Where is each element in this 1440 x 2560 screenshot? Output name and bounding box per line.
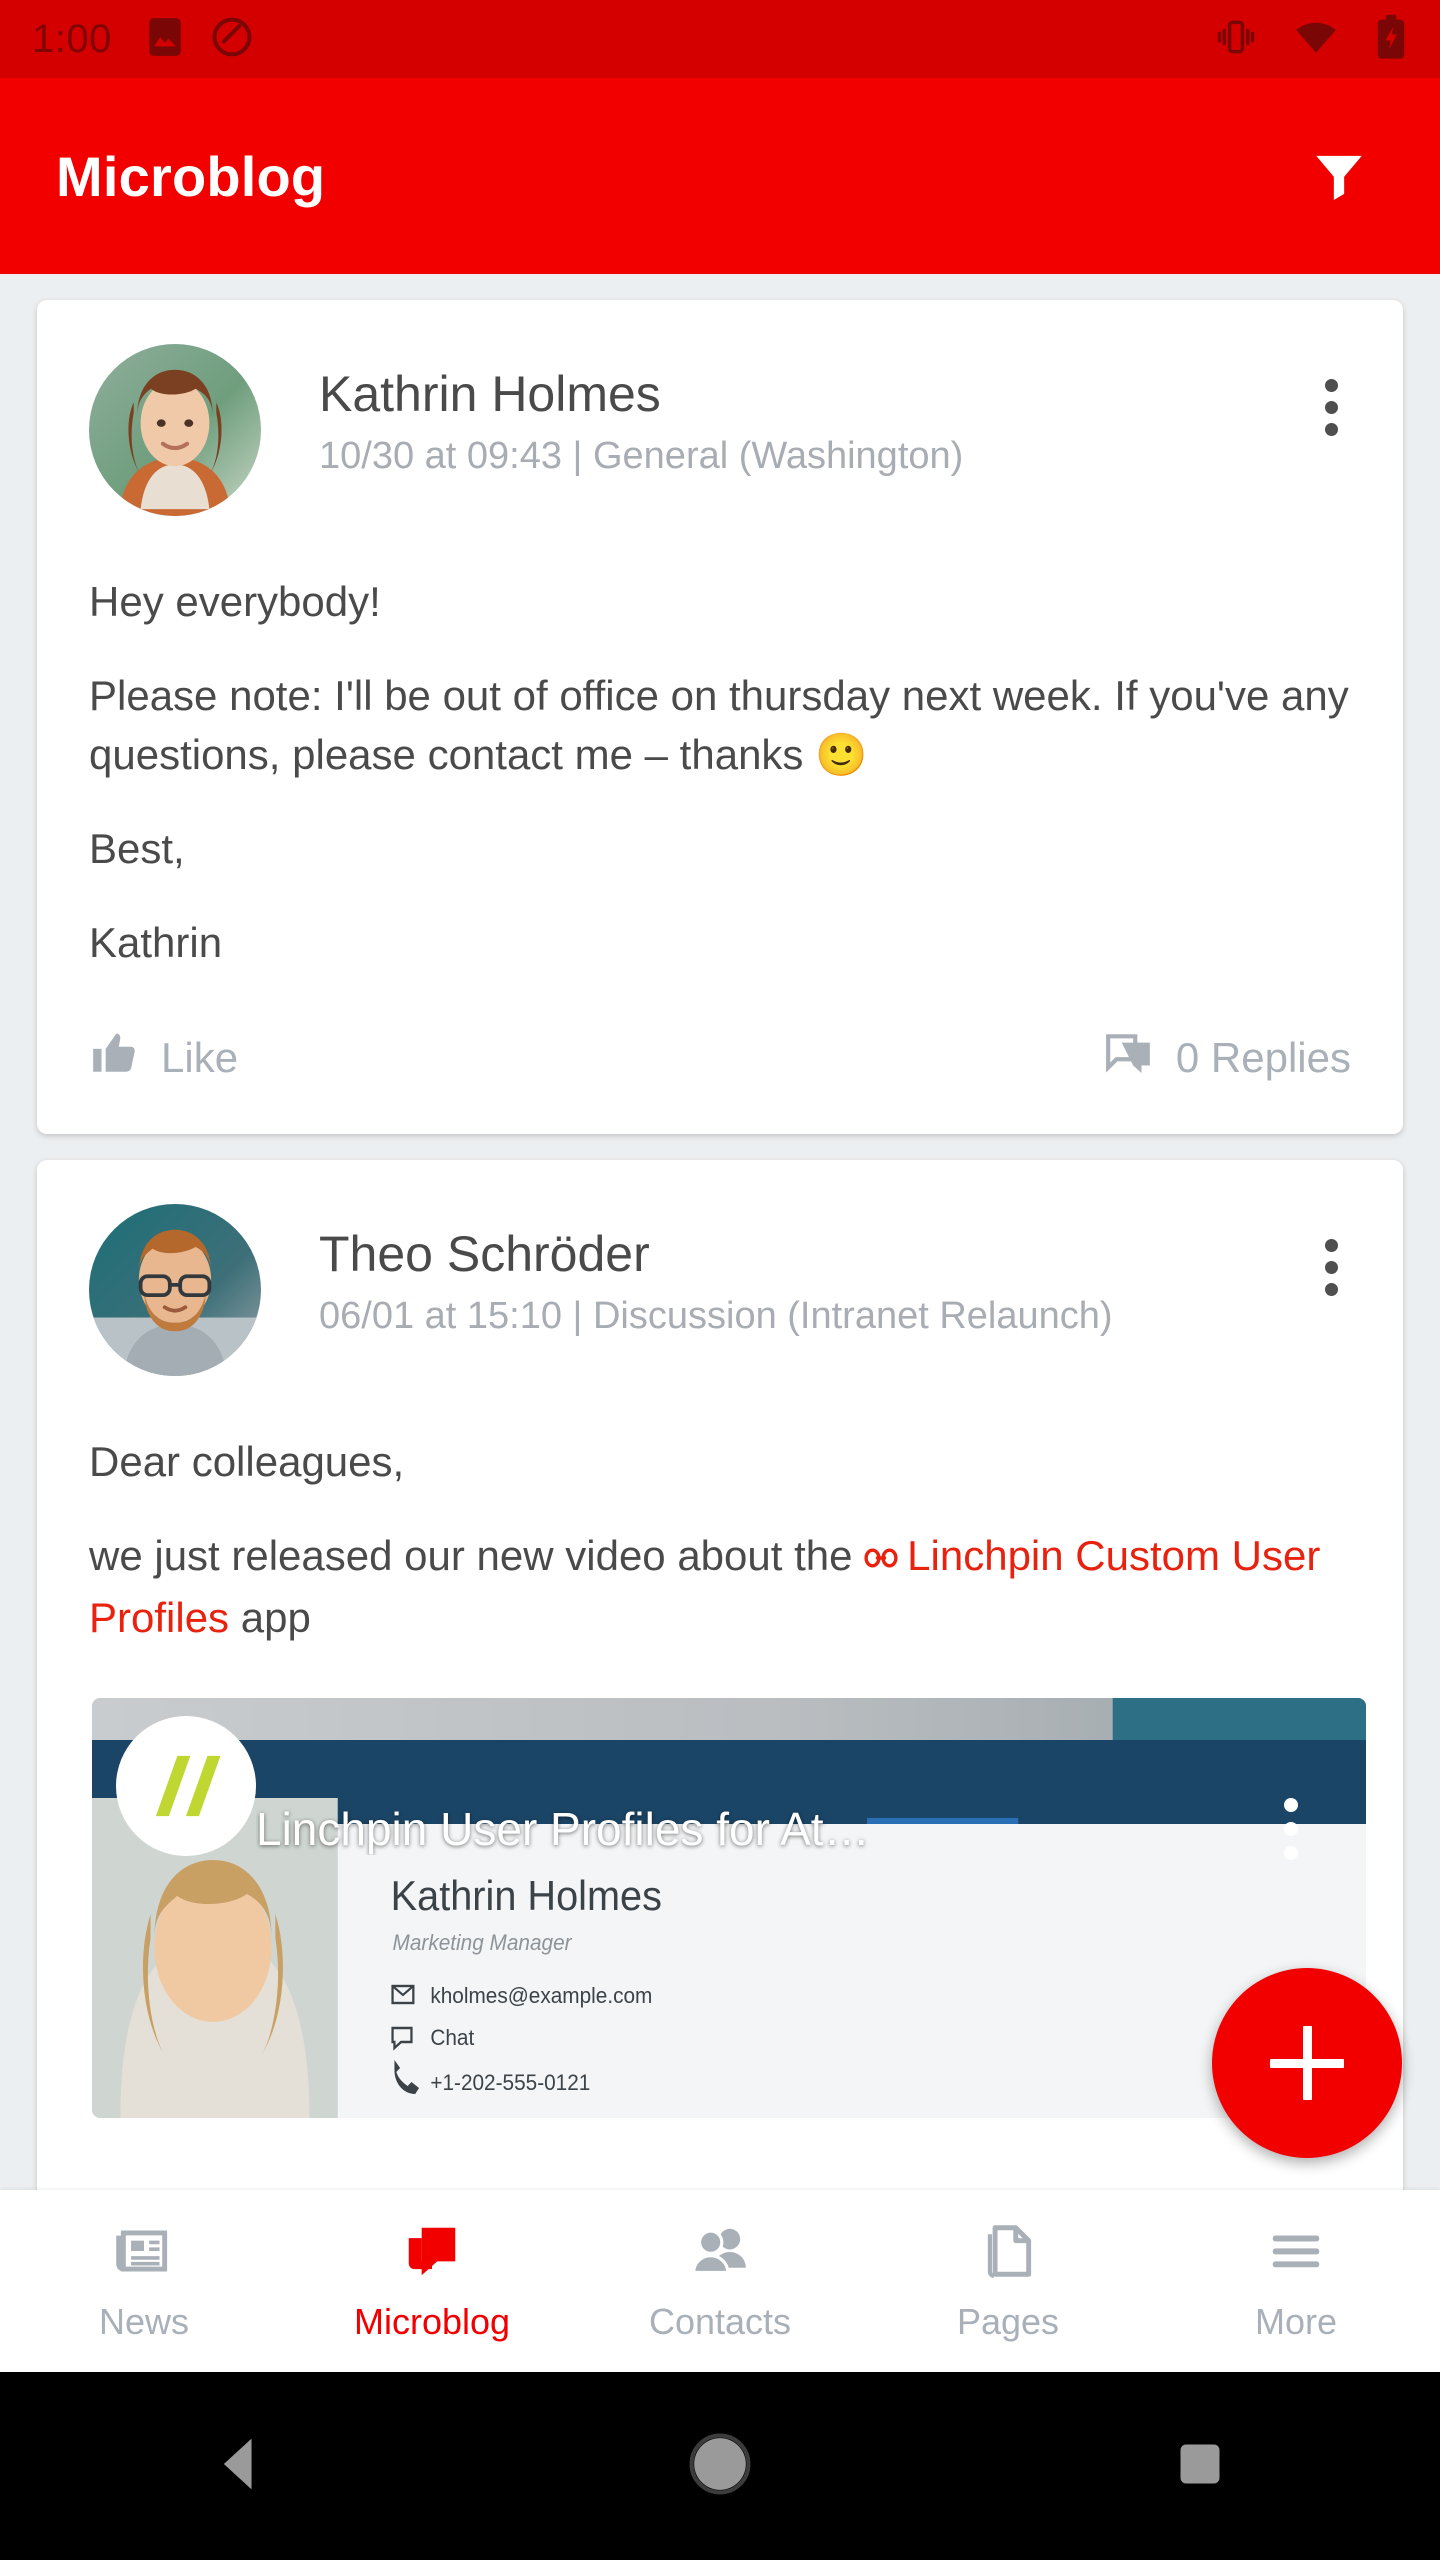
filter-icon[interactable] xyxy=(1294,131,1384,221)
status-bar-notification-icons xyxy=(146,15,254,64)
more-hamburger-icon xyxy=(1265,2220,1327,2287)
post-paragraph: Best, xyxy=(89,824,185,872)
post-paragraph: Dear colleagues, xyxy=(89,1438,405,1486)
video-kebab-menu-icon[interactable] xyxy=(1284,1798,1298,1860)
recents-button[interactable] xyxy=(960,2438,1440,2495)
do-not-disturb-icon xyxy=(210,15,254,64)
post-paragraph-with-link: we just released our new video about the… xyxy=(89,1526,1351,1648)
bottom-navigation: News Microblog Contacts Pages More xyxy=(0,2190,1440,2372)
like-button[interactable]: Like xyxy=(89,1028,238,1088)
nav-label: Contacts xyxy=(648,2300,792,2342)
linchpin-slashes-logo xyxy=(116,1716,256,1856)
like-label: Like xyxy=(161,1034,239,1082)
post-author-name: Theo Schröder xyxy=(319,1226,650,1283)
comment-icon xyxy=(1104,1028,1154,1088)
home-button[interactable] xyxy=(480,2433,960,2500)
video-thumbnail[interactable]: Create Confl Spaces People Calendars xyxy=(92,1698,1366,2118)
contacts-icon xyxy=(689,2220,751,2287)
post-text-before-link: we just released our new video about the xyxy=(89,1531,865,1579)
android-system-nav xyxy=(0,2372,1440,2560)
create-post-fab[interactable] xyxy=(1212,1968,1402,2158)
video-preview-image: Create Confl Spaces People Calendars xyxy=(92,1698,1366,2118)
post-actions: Like 0 Replies xyxy=(37,972,1403,1134)
square-recents-icon xyxy=(1174,2438,1226,2495)
news-icon xyxy=(113,2220,175,2287)
avatar[interactable] xyxy=(89,344,261,516)
post-body: Dear colleagues, we just released our ne… xyxy=(37,1432,1403,1648)
svg-text:Kathrin Holmes: Kathrin Holmes xyxy=(391,1872,662,1919)
post-header: Kathrin Holmes 10/30 at 09:43 | General … xyxy=(37,300,1403,516)
nav-label: Microblog xyxy=(353,2300,511,2342)
microblog-icon xyxy=(401,2220,463,2287)
replies-button[interactable]: 0 Replies xyxy=(1104,1028,1351,1088)
nav-item-pages[interactable]: Pages xyxy=(864,2220,1152,2343)
circle-home-icon xyxy=(689,2433,751,2500)
app-bar-actions xyxy=(1294,131,1384,221)
svg-text:+1-202-555-0121: +1-202-555-0121 xyxy=(430,2070,590,2095)
back-button[interactable] xyxy=(0,2434,480,2499)
post-author-name: Kathrin Holmes xyxy=(319,366,661,422)
nav-label: More xyxy=(1254,2300,1338,2342)
post-text-after-link: app xyxy=(229,1594,311,1642)
post-paragraph: Hey everybody! xyxy=(89,578,381,625)
post-header: Theo Schröder 06/01 at 15:10 | Discussio… xyxy=(37,1160,1403,1377)
battery-charging-icon xyxy=(1374,14,1408,65)
post-author-block: Theo Schröder 06/01 at 15:10 | Discussio… xyxy=(319,1204,1299,1340)
image-icon xyxy=(146,15,184,64)
vibrate-icon xyxy=(1214,15,1258,64)
triangle-back-icon xyxy=(212,2434,268,2499)
svg-text:kholmes@example.com: kholmes@example.com xyxy=(430,1983,652,2008)
post-card[interactable]: Theo Schröder 06/01 at 15:10 | Discussio… xyxy=(37,1160,1403,2190)
pages-icon xyxy=(977,2220,1039,2287)
video-title: Linchpin User Profiles for At… xyxy=(256,1804,870,1855)
svg-text:Chat: Chat xyxy=(430,2025,474,2050)
svg-text:Marketing Manager: Marketing Manager xyxy=(393,1930,573,1955)
kebab-menu-icon[interactable] xyxy=(1299,362,1363,452)
thumbs-up-icon xyxy=(89,1028,139,1088)
nav-item-news[interactable]: News xyxy=(0,2220,288,2343)
status-bar: 1:00 xyxy=(0,0,1440,78)
nav-label: News xyxy=(98,2300,190,2342)
wifi-icon xyxy=(1292,15,1340,64)
link-chain-icon xyxy=(864,1529,898,1589)
post-paragraph: Kathrin xyxy=(89,918,223,966)
status-bar-clock: 1:00 xyxy=(32,16,112,61)
post-body: Hey everybody! Please note: I'll be out … xyxy=(37,572,1403,972)
nav-item-contacts[interactable]: Contacts xyxy=(576,2220,864,2343)
post-author-block: Kathrin Holmes 10/30 at 09:43 | General … xyxy=(319,344,1299,480)
post-feed[interactable]: Kathrin Holmes 10/30 at 09:43 | General … xyxy=(0,274,1440,2190)
post-meta: 10/30 at 09:43 | General (Washington) xyxy=(319,435,964,477)
nav-item-microblog[interactable]: Microblog xyxy=(288,2220,576,2343)
plus-icon-vertical xyxy=(1302,2026,1312,2100)
post-meta: 06/01 at 15:10 | Discussion (Intranet Re… xyxy=(319,1295,1113,1338)
nav-item-more[interactable]: More xyxy=(1152,2220,1440,2343)
post-paragraph: Please note: I'll be out of office on th… xyxy=(89,671,1349,779)
status-bar-system-icons xyxy=(1214,14,1408,65)
post-card[interactable]: Kathrin Holmes 10/30 at 09:43 | General … xyxy=(37,300,1403,1135)
replies-label: 0 Replies xyxy=(1175,1034,1351,1082)
avatar[interactable] xyxy=(89,1204,261,1377)
app-bar: Microblog xyxy=(0,78,1440,274)
app-root: 1:00 Microblog Kathrin Holmes 10/30 at 0… xyxy=(0,0,1440,2560)
nav-label: Pages xyxy=(956,2300,1060,2342)
kebab-menu-icon[interactable] xyxy=(1299,1222,1363,1312)
page-title: Microblog xyxy=(56,144,326,208)
